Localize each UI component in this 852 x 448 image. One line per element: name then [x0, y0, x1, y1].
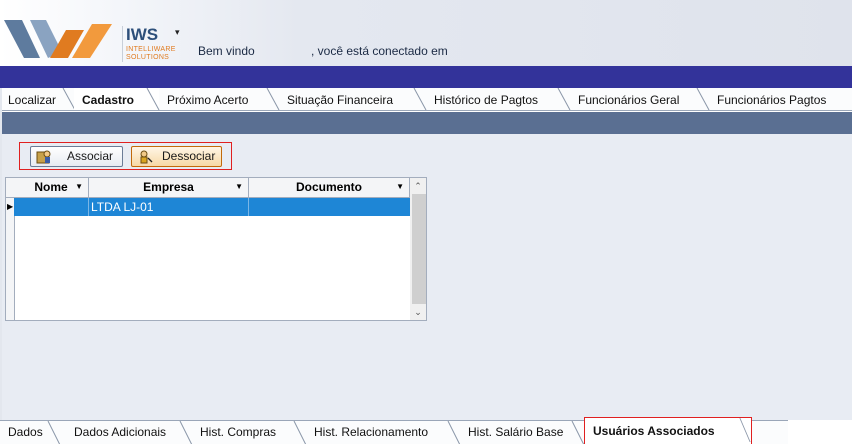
current-row-indicator-icon: ▶ [7, 202, 14, 211]
associate-user-icon [36, 150, 51, 164]
tab-label: Situação Financeira [287, 93, 394, 107]
column-header-documento[interactable]: Documento ▼ [249, 178, 410, 197]
tab-dados-adicionais[interactable]: Dados Adicionais [66, 421, 193, 445]
scroll-down-icon[interactable]: ⌄ [410, 304, 426, 320]
bottom-strip [0, 444, 852, 448]
tab-label: Hist. Relacionamento [314, 425, 429, 439]
tab-label: Cadastro [82, 93, 135, 107]
tab-label: Usuários Associados [593, 424, 715, 438]
tab-label: Hist. Salário Base [468, 425, 564, 439]
associar-label: Associar [67, 149, 114, 163]
tab-label: Dados Adicionais [74, 425, 167, 439]
vertical-scrollbar[interactable]: ⌃ ⌄ [410, 178, 426, 320]
tab-label: Funcionários Pagtos [717, 93, 827, 107]
welcome-text: Bem vindo [198, 44, 255, 58]
column-header-empresa[interactable]: Empresa ▼ [89, 178, 249, 197]
brand-divider [122, 26, 123, 62]
top-tab-bar: Localizar Cadastro Próximo Acerto Situaç… [0, 88, 852, 111]
grid-header: Nome ▼ Empresa ▼ Documento ▼ [6, 178, 410, 198]
tab-label: Histórico de Pagtos [434, 93, 539, 107]
tab-proximo-acerto[interactable]: Próximo Acerto [159, 88, 280, 110]
brand-subtitle-1: INTELLIWARE [126, 46, 176, 53]
tab-situacao-financeira[interactable]: Situação Financeira [279, 88, 427, 110]
tab-usuarios-associados[interactable]: Usuários Associados [584, 417, 752, 445]
tab-label: Funcionários Geral [578, 93, 680, 107]
tab-funcionarios-geral[interactable]: Funcionários Geral [570, 88, 710, 110]
tab-divider-icon [47, 421, 61, 445]
column-header-nome[interactable]: Nome ▼ [14, 178, 89, 197]
table-row[interactable]: LTDA LJ-01 [14, 198, 410, 216]
associated-users-grid[interactable]: Nome ▼ Empresa ▼ Documento ▼ ▶ LTDA LJ-0… [5, 177, 427, 321]
dessociar-button[interactable]: Dessociar [131, 146, 222, 167]
tab-hist-salario-base[interactable]: Hist. Salário Base [460, 421, 585, 445]
brand-menu-arrow-icon[interactable]: ▾ [175, 27, 180, 38]
tab-hist-relacionamento[interactable]: Hist. Relacionamento [306, 421, 461, 445]
column-title: Empresa [143, 180, 194, 194]
tab-label: Localizar [8, 93, 57, 107]
iws-logo-icon [4, 20, 112, 58]
tab-cadastro[interactable]: Cadastro [74, 88, 160, 110]
cell-empresa[interactable]: LTDA LJ-01 [89, 198, 249, 216]
section-header-bar [2, 112, 852, 134]
column-title: Nome [34, 180, 68, 194]
sort-dropdown-icon[interactable]: ▼ [75, 178, 83, 196]
associar-button[interactable]: Associar [30, 146, 123, 167]
column-title: Documento [296, 180, 362, 194]
tab-dados[interactable]: Dados [0, 421, 61, 445]
tab-historico-pagtos[interactable]: Histórico de Pagtos [426, 88, 571, 110]
tab-divider-icon [739, 418, 751, 442]
scroll-up-icon[interactable]: ⌃ [410, 178, 426, 194]
dessociar-label: Dessociar [162, 149, 216, 163]
app-header: IWS INTELLIWARE SOLUTIONS ▾ Bem vindo , … [0, 0, 852, 66]
sort-dropdown-icon[interactable]: ▼ [235, 178, 243, 196]
cell-documento[interactable] [249, 198, 410, 216]
tab-localizar[interactable]: Localizar [0, 88, 76, 110]
brand-subtitle-2: SOLUTIONS [126, 54, 170, 61]
tab-label: Próximo Acerto [167, 93, 249, 107]
nav-bar [0, 66, 852, 88]
tab-funcionarios-pagtos[interactable]: Funcionários Pagtos [709, 88, 852, 110]
tab-hist-compras[interactable]: Hist. Compras [192, 421, 307, 445]
cell-nome[interactable] [14, 198, 89, 216]
tab-label: Hist. Compras [200, 425, 277, 439]
bottom-tab-bar: Dados Dados Adicionais Hist. Compras His… [0, 417, 788, 445]
sort-dropdown-icon[interactable]: ▼ [396, 178, 404, 196]
connected-text: , você está conectado em [311, 44, 448, 58]
brand-name: IWS [126, 25, 159, 44]
scroll-track[interactable] [412, 194, 426, 304]
dissociate-user-icon [140, 150, 153, 164]
tab-label: Dados [8, 425, 43, 439]
